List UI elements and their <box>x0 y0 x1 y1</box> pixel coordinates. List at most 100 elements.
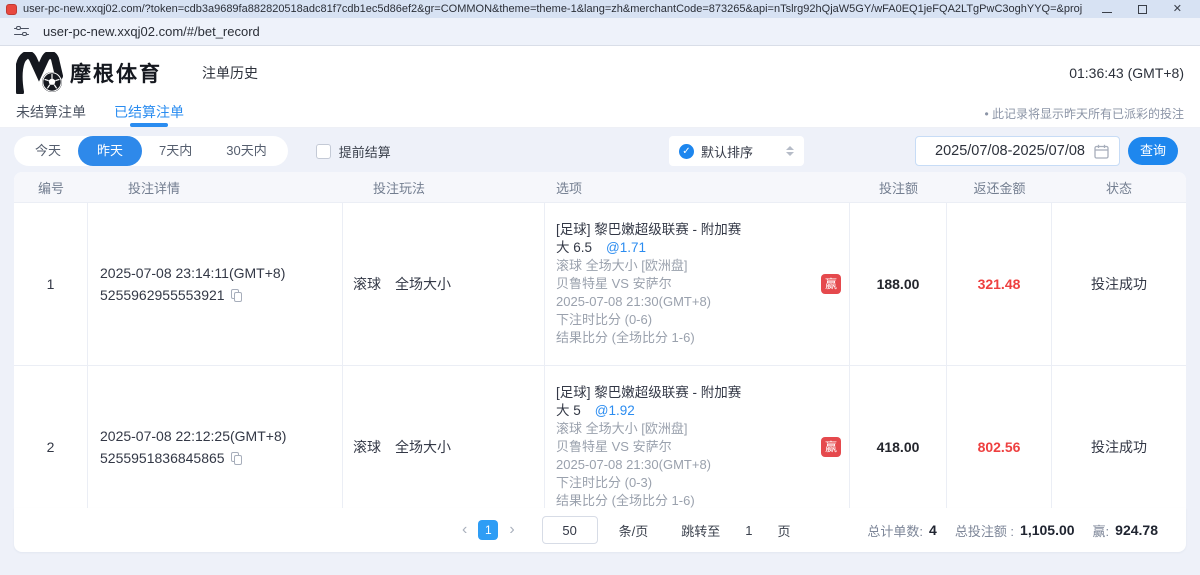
browser-titlebar: user-pc-new.xxqj02.com/?token=cdb3a9689f… <box>0 0 1200 18</box>
odds: @1.71 <box>606 240 646 255</box>
record-note: • 此记录将显示昨天所有已派彩的投注 <box>984 105 1184 122</box>
site-favicon-icon <box>6 4 17 15</box>
sort-caret-icon <box>786 146 794 156</box>
app-header: 摩根体育 注单历史 01:36:43 (GMT+8) <box>0 46 1200 100</box>
brand-logo-icon <box>16 52 64 94</box>
brand-name: 摩根体育 <box>70 58 162 88</box>
cell-play-type: 滚球全场大小 <box>343 366 545 508</box>
match-teams: 贝鲁特星 VS 安萨尔 <box>556 275 849 293</box>
cell-row-no: 2 <box>14 366 88 508</box>
browser-urlbar: user-pc-new.xxqj02.com/#/bet_record <box>0 18 1200 46</box>
range-30days-button[interactable]: 30天内 <box>209 136 283 166</box>
total-win-label: 赢: <box>1093 521 1110 540</box>
col-header-play: 投注玩法 <box>343 178 545 197</box>
cell-option: [足球] 黎巴嫩超级联赛 - 附加赛 大 5 @1.92 滚球 全场大小 [欧洲盘… <box>545 366 850 508</box>
sort-selected-value: 默认排序 <box>701 142 786 161</box>
minimize-button[interactable] <box>1102 6 1112 13</box>
copy-icon[interactable] <box>231 452 242 465</box>
bet-time: 2025-07-08 22:12:25(GMT+8) <box>100 425 342 447</box>
col-header-stake: 投注额 <box>850 178 947 197</box>
early-settle-checkbox[interactable] <box>316 144 331 159</box>
page-body: 今天 昨天 7天内 30天内 提前结算 ✓ 默认排序 2025/07/08-20… <box>0 128 1200 575</box>
jump-page-value[interactable]: 1 <box>745 523 752 538</box>
col-header-detail: 投注详情 <box>88 178 343 197</box>
cell-status: 投注成功 <box>1052 366 1186 508</box>
range-today-button[interactable]: 今天 <box>18 136 78 166</box>
window-title: user-pc-new.xxqj02.com/?token=cdb3a9689f… <box>23 3 1082 15</box>
cell-stake: 418.00 <box>850 366 947 508</box>
cell-option: [足球] 黎巴嫩超级联赛 - 附加赛 大 6.5@1.71 滚球 全场大小 [欧… <box>545 203 850 365</box>
minimize-icon <box>1102 12 1112 13</box>
score-at-bet: 下注时比分 (0-3) <box>556 474 849 492</box>
bet-id: 5255962955553921 <box>100 284 225 306</box>
result-score: 结果比分 (全场比分 1-6) <box>556 329 849 347</box>
cell-payout: 802.56 <box>947 366 1052 508</box>
early-settle-label: 提前结算 <box>339 142 391 161</box>
active-tab-underline <box>130 123 168 127</box>
server-clock: 01:36:43 (GMT+8) <box>1069 65 1184 81</box>
market-info: 滚球 全场大小 [欧洲盘] <box>556 420 849 438</box>
match-time: 2025-07-08 21:30(GMT+8) <box>556 456 849 474</box>
bet-id: 5255951836845865 <box>100 447 225 469</box>
next-page-button[interactable]: › <box>509 520 514 540</box>
cell-status: 投注成功 <box>1052 203 1186 365</box>
odds: @1.92 <box>595 403 635 418</box>
table-header-row: 编号 投注详情 投注玩法 选项 投注额 返还金额 状态 <box>14 172 1186 202</box>
range-yesterday-button[interactable]: 昨天 <box>78 136 142 166</box>
market-info: 滚球 全场大小 [欧洲盘] <box>556 257 849 275</box>
site-settings-icon[interactable] <box>14 26 29 38</box>
table-row: 2 2025-07-08 22:12:25(GMT+8) 52559518368… <box>14 365 1186 508</box>
total-stake-label: 总投注额 : <box>955 521 1014 540</box>
total-stake-value: 1,105.00 <box>1020 522 1075 538</box>
calendar-icon <box>1094 144 1109 159</box>
pick: 大 5 <box>556 403 581 418</box>
win-badge: 赢 <box>821 437 841 457</box>
cell-row-no: 1 <box>14 203 88 365</box>
league-name: [足球] 黎巴嫩超级联赛 - 附加赛 <box>556 221 849 239</box>
page-size-input[interactable] <box>542 516 598 544</box>
total-win-value: 924.78 <box>1115 522 1158 538</box>
early-settle-checkbox-wrap[interactable]: 提前结算 <box>316 142 391 161</box>
cell-stake: 188.00 <box>850 203 947 365</box>
match-time: 2025-07-08 21:30(GMT+8) <box>556 293 849 311</box>
match-teams: 贝鲁特星 VS 安萨尔 <box>556 438 849 456</box>
result-score: 结果比分 (全场比分 1-6) <box>556 492 849 508</box>
copy-icon[interactable] <box>231 289 242 302</box>
col-header-no: 编号 <box>14 178 88 197</box>
date-range-group: 今天 昨天 7天内 30天内 <box>14 136 288 166</box>
total-count-label: 总计单数: <box>867 521 923 540</box>
score-at-bet: 下注时比分 (0-6) <box>556 311 849 329</box>
cell-play-type: 滚球全场大小 <box>343 203 545 365</box>
win-badge: 赢 <box>821 274 841 294</box>
table-footer-bar: ‹ 1 › 条/页 跳转至 1 页 总计单数: 4 总投注额 : 1,105.0… <box>14 508 1186 552</box>
page-word-label: 页 <box>778 521 791 540</box>
cell-bet-detail: 2025-07-08 22:12:25(GMT+8) 5255951836845… <box>88 366 343 508</box>
close-button[interactable]: ✕ <box>1173 0 1182 18</box>
sort-select[interactable]: ✓ 默认排序 <box>669 136 804 166</box>
cell-bet-detail: 2025-07-08 23:14:11(GMT+8) 5255962955553… <box>88 203 343 365</box>
league-name: [足球] 黎巴嫩超级联赛 - 附加赛 <box>556 384 849 402</box>
per-page-label: 条/页 <box>619 521 649 540</box>
maximize-button[interactable] <box>1138 5 1147 14</box>
col-header-status: 状态 <box>1052 178 1186 197</box>
date-range-value: 2025/07/08-2025/07/08 <box>926 143 1094 159</box>
date-range-input[interactable]: 2025/07/08-2025/07/08 <box>915 136 1120 166</box>
summary-totals: 总计单数: 4 总投注额 : 1,105.00 赢: 924.78 <box>867 521 1170 540</box>
bet-time: 2025-07-08 23:14:11(GMT+8) <box>100 262 342 284</box>
tab-unsettled[interactable]: 未结算注单 <box>16 100 86 128</box>
col-header-payout: 返还金额 <box>947 178 1052 197</box>
jump-to-label: 跳转至 <box>681 521 720 540</box>
filter-row: 今天 昨天 7天内 30天内 提前结算 ✓ 默认排序 2025/07/08-20… <box>14 136 1186 166</box>
query-button[interactable]: 查询 <box>1128 137 1178 165</box>
page-number-button[interactable]: 1 <box>478 520 498 540</box>
range-7days-button[interactable]: 7天内 <box>142 136 209 166</box>
address-url[interactable]: user-pc-new.xxqj02.com/#/bet_record <box>43 24 260 39</box>
prev-page-button[interactable]: ‹ <box>462 520 467 540</box>
table-row: 1 2025-07-08 23:14:11(GMT+8) 52559629555… <box>14 202 1186 365</box>
page-title: 注单历史 <box>202 63 258 83</box>
bet-record-table: 编号 投注详情 投注玩法 选项 投注额 返还金额 状态 1 2025-07-08… <box>14 172 1186 508</box>
check-circle-icon: ✓ <box>679 144 694 159</box>
cell-payout: 321.48 <box>947 203 1052 365</box>
tab-settled[interactable]: 已结算注单 <box>114 100 184 128</box>
maximize-icon <box>1138 5 1147 14</box>
